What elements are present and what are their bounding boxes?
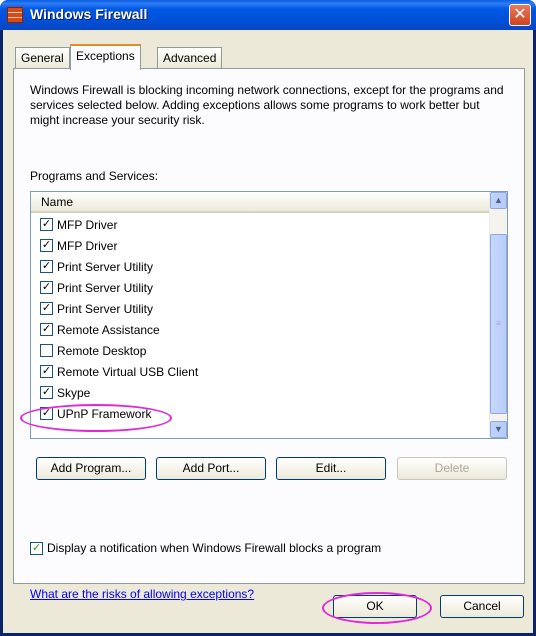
- list-item[interactable]: ✓ UPnP Framework: [31, 403, 489, 424]
- scroll-thumb[interactable]: ≡: [490, 234, 507, 414]
- window-title: Windows Firewall: [30, 6, 148, 22]
- list-item[interactable]: ✓ Print Server Utility: [31, 277, 489, 298]
- checkbox[interactable]: [40, 344, 53, 357]
- add-program-button[interactable]: Add Program...: [36, 457, 146, 480]
- list-item-label: Print Server Utility: [57, 259, 154, 274]
- exceptions-description: Windows Firewall is blocking incoming ne…: [30, 83, 504, 127]
- ok-button[interactable]: OK: [333, 595, 417, 618]
- list-rows: ✓ MFP Driver ✓ MFP Driver ✓ Print Server Ut…: [31, 214, 489, 424]
- list-item[interactable]: ✓ Remote Virtual USB Client: [31, 361, 489, 382]
- column-header-name[interactable]: Name: [31, 192, 489, 213]
- list-scrollbar[interactable]: ▲ ≡ ▼: [489, 192, 507, 438]
- edit-button[interactable]: Edit...: [276, 457, 386, 480]
- list-item-label: Remote Assistance: [57, 322, 160, 337]
- list-item-label: Remote Desktop: [57, 343, 147, 358]
- list-item[interactable]: ✓ Remote Assistance: [31, 319, 489, 340]
- programs-list[interactable]: Name ✓ MFP Driver ✓ MFP Driver ✓ Print Serv…: [30, 191, 508, 439]
- tab-exceptions[interactable]: Exceptions: [70, 44, 141, 70]
- list-item-label: Print Server Utility: [57, 301, 154, 316]
- list-item[interactable]: ✓ Print Server Utility: [31, 298, 489, 319]
- checkbox[interactable]: ✓: [40, 239, 53, 252]
- list-item-label: Print Server Utility: [57, 280, 154, 295]
- delete-button[interactable]: Delete: [397, 457, 507, 480]
- exceptions-panel: Windows Firewall is blocking incoming ne…: [13, 68, 525, 601]
- firewall-window: Windows Firewall ✕ General Exceptions Ad…: [0, 0, 536, 636]
- list-item-label: MFP Driver: [57, 238, 118, 253]
- dialog-body: General Exceptions Advanced Windows Fire…: [3, 30, 533, 633]
- checkbox[interactable]: ✓: [40, 218, 53, 231]
- cancel-button[interactable]: Cancel: [440, 595, 524, 618]
- notify-label: Display a notification when Windows Fire…: [47, 541, 382, 555]
- checkbox[interactable]: ✓: [40, 365, 53, 378]
- list-item[interactable]: Remote Desktop: [31, 340, 489, 361]
- list-item[interactable]: ✓ MFP Driver: [31, 214, 489, 235]
- list-item-label: Remote Virtual USB Client: [57, 364, 199, 379]
- checkbox[interactable]: ✓: [40, 260, 53, 273]
- notify-option[interactable]: ✓ Display a notification when Windows Fi…: [30, 541, 381, 555]
- list-item[interactable]: ✓ Print Server Utility: [31, 256, 489, 277]
- checkbox[interactable]: ✓: [40, 281, 53, 294]
- list-item-label: Skype: [57, 385, 91, 400]
- scroll-up-icon[interactable]: ▲: [490, 192, 507, 209]
- checkbox[interactable]: ✓: [40, 386, 53, 399]
- checkbox[interactable]: ✓: [40, 323, 53, 336]
- scroll-down-icon[interactable]: ▼: [490, 421, 507, 438]
- close-button[interactable]: ✕: [509, 4, 531, 26]
- checkbox[interactable]: ✓: [40, 302, 53, 315]
- firewall-icon: [7, 7, 23, 23]
- checkbox[interactable]: ✓: [40, 407, 53, 420]
- programs-label: Programs and Services:: [30, 169, 159, 183]
- tab-general[interactable]: General: [15, 47, 70, 68]
- list-item[interactable]: ✓ Skype: [31, 382, 489, 403]
- list-item[interactable]: ✓ MFP Driver: [31, 235, 489, 256]
- tab-advanced[interactable]: Advanced: [157, 47, 223, 68]
- risks-link[interactable]: What are the risks of allowing exception…: [30, 587, 254, 601]
- list-item-label: UPnP Framework: [57, 406, 152, 421]
- list-item-label: MFP Driver: [57, 217, 118, 232]
- title-bar[interactable]: Windows Firewall ✕: [0, 0, 536, 30]
- notify-checkbox[interactable]: ✓: [30, 541, 43, 555]
- add-port-button[interactable]: Add Port...: [156, 457, 266, 480]
